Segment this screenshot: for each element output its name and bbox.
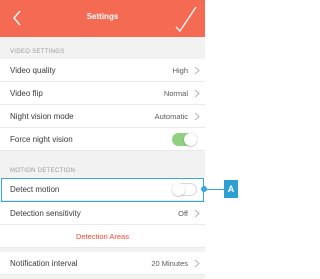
chevron-right-icon: [194, 259, 200, 268]
section-title: VIDEO SETTINGS: [10, 49, 65, 55]
video-quality-row[interactable]: Video quality High: [0, 59, 205, 82]
section-title: MOTION DETECTION: [10, 168, 76, 174]
row-label: Detection sensitivity: [10, 209, 81, 218]
checkmark-icon[interactable]: [170, 4, 200, 34]
row-value: Off: [178, 209, 188, 218]
callout-dot: [201, 186, 207, 192]
notification-interval-row[interactable]: Notification interval 20 Minutes: [0, 252, 205, 275]
row-label: Force night vision: [10, 135, 73, 144]
force-night-vision-toggle[interactable]: [172, 133, 197, 146]
row-label: Night vision mode: [10, 112, 74, 121]
row-label: Notification interval: [10, 259, 78, 268]
detection-areas-row[interactable]: Detection Areas: [0, 225, 205, 248]
section-header-motion: MOTION DETECTION: [0, 156, 205, 178]
row-label: Video quality: [10, 66, 56, 75]
chevron-right-icon: [194, 66, 200, 75]
chevron-right-icon: [194, 112, 200, 121]
row-value: Normal: [163, 89, 188, 98]
section-header-video: VIDEO SETTINGS: [0, 37, 205, 59]
callout-highlight-box: [1, 178, 204, 202]
row-label: Video flip: [10, 89, 43, 98]
detection-areas-link[interactable]: Detection Areas: [76, 232, 129, 241]
force-night-vision-row: Force night vision: [0, 128, 205, 151]
toggle-knob: [184, 133, 197, 146]
row-value: High: [172, 66, 188, 75]
settings-screen: Settings VIDEO SETTINGS Video quality Hi…: [0, 0, 205, 279]
chevron-right-icon: [194, 89, 200, 98]
callout-label: A: [224, 180, 238, 198]
chevron-right-icon: [194, 209, 200, 218]
row-value: Automatic: [154, 112, 188, 121]
chevron-left-icon[interactable]: [6, 6, 30, 30]
night-vision-mode-row[interactable]: Night vision mode Automatic: [0, 105, 205, 128]
video-flip-row[interactable]: Video flip Normal: [0, 82, 205, 105]
navigation-bar: Settings: [0, 0, 205, 37]
callout-line: [204, 189, 224, 190]
row-value: 20 Minutes: [151, 259, 188, 268]
detection-sensitivity-row[interactable]: Detection sensitivity Off: [0, 202, 205, 225]
